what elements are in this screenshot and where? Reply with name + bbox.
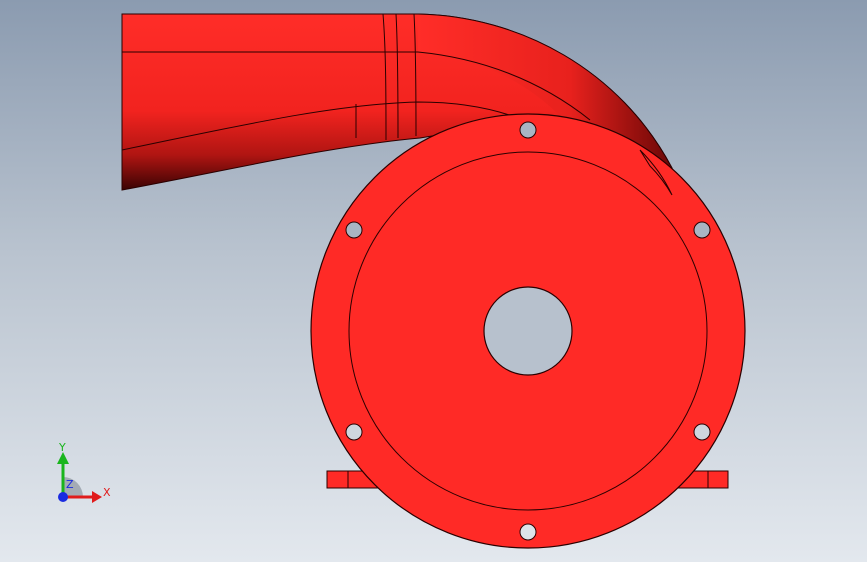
orientation-triad[interactable]: Y X Z [40, 440, 120, 510]
x-axis-arrowhead [92, 491, 102, 503]
bolt-hole[interactable] [345, 423, 363, 441]
bolt-hole[interactable] [693, 423, 711, 441]
y-axis-label: Y [58, 441, 66, 454]
x-axis-label: X [103, 486, 111, 499]
center-bore[interactable] [483, 286, 573, 376]
bolt-hole[interactable] [345, 221, 363, 239]
bolt-hole[interactable] [519, 523, 537, 541]
z-axis-label: Z [66, 478, 74, 491]
z-axis-dot [58, 492, 68, 502]
pump-volute-model[interactable] [0, 0, 867, 562]
bolt-hole[interactable] [519, 121, 537, 139]
cad-viewport[interactable]: Y X Z [0, 0, 867, 562]
bolt-hole[interactable] [693, 221, 711, 239]
